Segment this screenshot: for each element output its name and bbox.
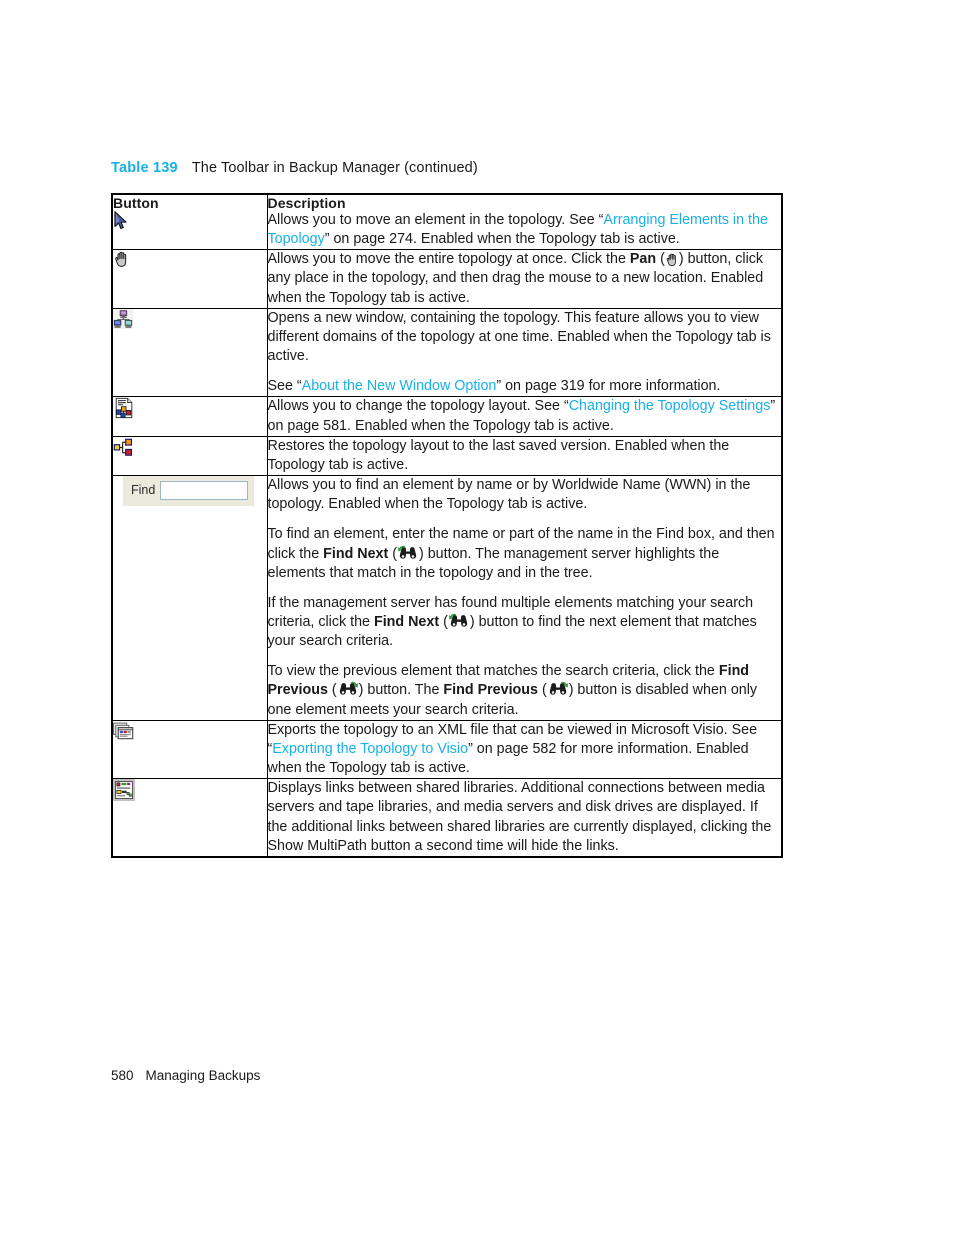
button-cell [113,778,268,856]
table-row: Allows you to change the topology layout… [113,396,781,437]
new-window-icon[interactable] [113,308,133,329]
description-paragraph: Exports the topology to an XML file that… [267,721,758,777]
table-row: Opens a new window, containing the topol… [113,307,781,398]
table-caption: Table 139 The Toolbar in Backup Manager (… [111,160,478,176]
button-cell [113,249,268,309]
button-cell [113,211,268,251]
emphasis-text: Find Previous [443,682,538,699]
description-paragraph: Opens a new window, containing the topol… [267,309,771,365]
button-cell: Find [113,475,268,721]
description-paragraph: If the management server has found multi… [267,594,757,650]
button-cell [113,719,268,780]
description-cell: Allows you to move the entire topology a… [266,249,781,309]
description-paragraph: Allows you to move an element in the top… [267,212,768,248]
column-header-button: Button [113,195,268,211]
button-cell [113,307,268,398]
description-cell: Exports the topology to an XML file that… [266,719,781,780]
document-page: Table 139 The Toolbar in Backup Manager (… [0,0,954,1235]
table-row: Find Allows you to find an element by nam… [113,475,781,721]
button-cell [113,435,268,477]
description-cell: Allows you to change the topology layout… [266,396,781,437]
description-cell: Restores the topology layout to the last… [266,435,781,477]
table-row: Exports the topology to an XML file that… [113,719,781,780]
emphasis-text: Pan [629,251,657,268]
emphasis-text: Find Next [323,545,389,562]
pan-hand-icon[interactable] [113,250,130,268]
description-cell: Opens a new window, containing the topol… [266,307,781,398]
find-input[interactable] [160,481,249,501]
find-next-icon [448,613,470,630]
restore-layout-icon[interactable] [113,437,134,458]
find-previous-icon [547,681,569,698]
description-paragraph: To find an element, enter the name or pa… [267,526,775,581]
table-number: Table 139 [111,160,178,176]
cross-reference-link[interactable]: Exporting the Topology to Visio [272,741,468,757]
export-visio-icon[interactable] [113,721,134,742]
cross-reference-link[interactable]: About the New Window Option [302,378,497,394]
topology-settings-icon[interactable] [113,397,135,419]
column-header-description: Description [266,195,781,211]
page-footer: 580 Managing Backups [111,1068,260,1083]
select-arrow-icon[interactable] [113,211,128,231]
find-previous-icon [337,681,359,698]
find-label: Find [131,483,156,498]
description-paragraph: Allows you to move the entire topology a… [267,251,764,306]
description-paragraph: See “About the New Window Option” on pag… [267,378,721,395]
table-body: Allows you to move an element in the top… [113,211,781,856]
description-paragraph: To view the previous element that matche… [267,663,758,718]
table-title: The Toolbar in Backup Manager (continued… [191,160,478,176]
cross-reference-link[interactable]: Arranging Elements in the Topology [268,212,768,247]
cross-reference-link[interactable]: Changing the Topology Settings [569,398,771,414]
footer-page-number: 580 [111,1068,134,1083]
table-header-row: Button Description [113,195,781,211]
description-paragraph: Restores the topology layout to the last… [267,437,730,473]
table-row: Allows you to move the entire topology a… [113,249,781,309]
toolbar-table-container: Button Description Allows you to move an… [111,193,783,858]
footer-section-title: Managing Backups [145,1068,261,1083]
show-multipath-icon[interactable] [113,779,135,802]
find-box: Find [123,476,255,507]
table-row: Restores the topology layout to the last… [113,435,781,477]
description-paragraph: Allows you to change the topology layout… [267,398,776,434]
toolbar-table: Button Description Allows you to move an… [113,195,781,856]
table-row: Allows you to move an element in the top… [113,211,781,251]
emphasis-text: Find Next [373,613,440,630]
table-row: Displays links between shared libraries.… [113,778,781,856]
description-paragraph: Allows you to find an element by name or… [267,477,751,513]
description-cell: Allows you to find an element by name or… [266,475,781,721]
description-paragraph: Displays links between shared libraries.… [267,780,772,854]
pan-hand-icon [665,252,679,267]
find-next-icon [397,545,419,562]
description-cell: Allows you to move an element in the top… [266,211,781,251]
description-cell: Displays links between shared libraries.… [266,778,781,856]
button-cell [113,396,268,437]
